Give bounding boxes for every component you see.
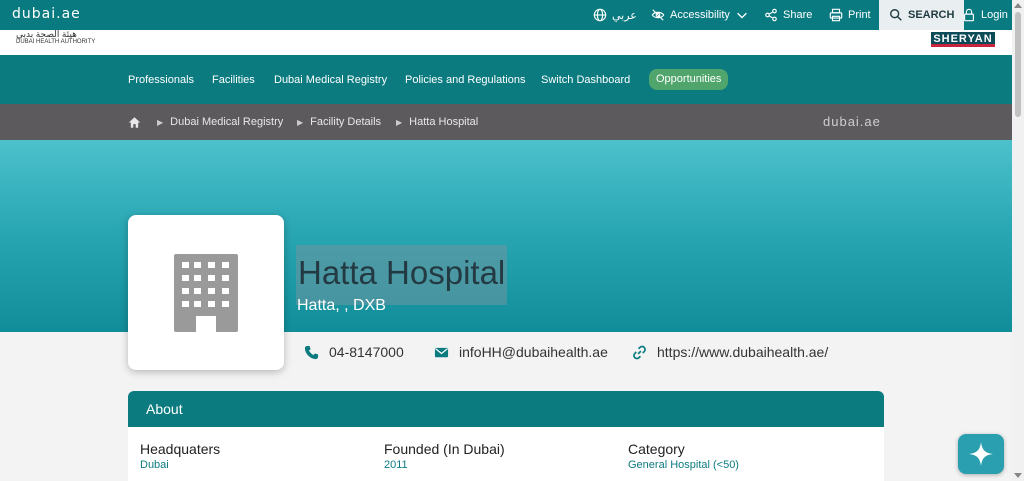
dubai-ae-logo-small: dubai.ae <box>823 114 881 129</box>
dha-logo-arabic: هيئة الصحة بدبي <box>16 29 77 39</box>
login-label: Login <box>981 9 1008 21</box>
facility-email[interactable]: infoHH@dubaihealth.ae <box>434 342 608 362</box>
scroll-up-arrow-icon[interactable] <box>1014 3 1022 8</box>
category-value: General Hospital (<50) <box>628 459 739 471</box>
scrollbar-thumb[interactable] <box>1015 12 1021 117</box>
link-icon <box>633 345 646 359</box>
share-icon <box>765 8 777 22</box>
sparkle-icon <box>969 442 993 466</box>
breadcrumb-item-facility-details[interactable]: ▶ Facility Details <box>297 104 381 140</box>
page-scrollbar[interactable] <box>1012 0 1024 481</box>
chat-assistant-button[interactable] <box>958 434 1004 474</box>
facility-location: Hatta, , DXB <box>297 297 386 314</box>
headquarters-value: Dubai <box>140 459 169 471</box>
phone-value: 04-8147000 <box>329 344 404 360</box>
main-nav: Professionals Facilities Dubai Medical R… <box>0 55 1012 104</box>
scroll-down-arrow-icon[interactable] <box>1014 473 1022 478</box>
breadcrumb-label: Facility Details <box>310 116 382 128</box>
breadcrumb-home[interactable] <box>128 104 141 140</box>
caret-right-icon: ▶ <box>157 117 164 127</box>
accessibility-label: Accessibility <box>670 9 730 21</box>
globe-icon <box>593 8 607 22</box>
share-label: Share <box>783 9 813 21</box>
print-button[interactable]: Print <box>829 0 871 30</box>
sheryan-logo[interactable]: SHERYAN <box>931 32 995 47</box>
language-label: عربي <box>612 9 637 22</box>
dha-logo[interactable]: هيئة الصحة بدبي DUBAI HEALTH AUTHORITY <box>16 30 95 46</box>
search-label: SEARCH <box>908 9 955 21</box>
facility-image-card <box>128 215 284 370</box>
nav-item-dubai-medical-registry[interactable]: Dubai Medical Registry <box>274 55 387 104</box>
website-value: https://www.dubaihealth.ae/ <box>657 344 829 360</box>
accessibility-menu[interactable]: Accessibility <box>651 0 749 30</box>
top-bar: dubai.ae عربي Accessibility Share Print … <box>0 0 1012 30</box>
envelope-icon <box>434 347 449 357</box>
home-icon <box>128 116 141 128</box>
breadcrumb-item-registry[interactable]: ▶ Dubai Medical Registry <box>157 104 283 140</box>
about-section-header: About <box>128 391 884 427</box>
header-strip: هيئة الصحة بدبي DUBAI HEALTH AUTHORITY S… <box>0 30 1012 55</box>
print-label: Print <box>848 9 871 21</box>
about-section-body: Headquaters Dubai Founded (In Dubai) 201… <box>128 427 884 481</box>
founded-label: Founded (In Dubai) <box>384 441 505 457</box>
building-icon <box>174 253 238 332</box>
headquarters-label: Headquaters <box>140 441 221 457</box>
breadcrumb-label: Hatta Hospital <box>409 116 479 128</box>
dubai-ae-logo[interactable]: dubai.ae <box>12 6 81 22</box>
caret-right-icon: ▶ <box>297 117 304 127</box>
facility-phone[interactable]: 04-8147000 <box>304 342 404 362</box>
breadcrumb: ▶ Dubai Medical Registry ▶ Facility Deta… <box>0 104 1012 140</box>
printer-icon <box>829 8 843 22</box>
dha-logo-english: DUBAI HEALTH AUTHORITY <box>16 39 96 45</box>
breadcrumb-label: Dubai Medical Registry <box>170 116 284 128</box>
breadcrumb-item-current: ▶ Hatta Hospital <box>396 104 478 140</box>
category-info: Category General Hospital (<50) <box>628 441 739 471</box>
share-button[interactable]: Share <box>764 0 812 30</box>
login-button[interactable]: Login <box>962 0 1008 30</box>
headquarters-info: Headquaters Dubai <box>140 441 220 471</box>
search-icon <box>890 9 902 21</box>
email-value: infoHH@dubaihealth.ae <box>459 344 608 360</box>
eye-slash-icon <box>651 9 665 21</box>
nav-item-facilities[interactable]: Facilities <box>212 55 255 104</box>
nav-item-switch-dashboard[interactable]: Switch Dashboard <box>541 55 630 104</box>
facility-name: Hatta Hospital <box>296 245 508 305</box>
search-button[interactable]: SEARCH <box>879 0 965 30</box>
caret-right-icon: ▶ <box>396 117 403 127</box>
nav-item-policies-regulations[interactable]: Policies and Regulations <box>405 55 525 104</box>
chevron-down-icon <box>737 12 747 19</box>
nav-item-professionals[interactable]: Professionals <box>128 55 194 104</box>
nav-item-opportunities[interactable]: Opportunities <box>649 69 729 90</box>
facility-website[interactable]: https://www.dubaihealth.ae/ <box>632 342 828 362</box>
phone-icon <box>304 345 319 359</box>
founded-value: 2011 <box>384 459 408 471</box>
language-switch[interactable]: عربي <box>593 0 637 30</box>
category-label: Category <box>628 441 685 457</box>
lock-icon <box>964 8 974 22</box>
founded-info: Founded (In Dubai) 2011 <box>384 441 505 471</box>
